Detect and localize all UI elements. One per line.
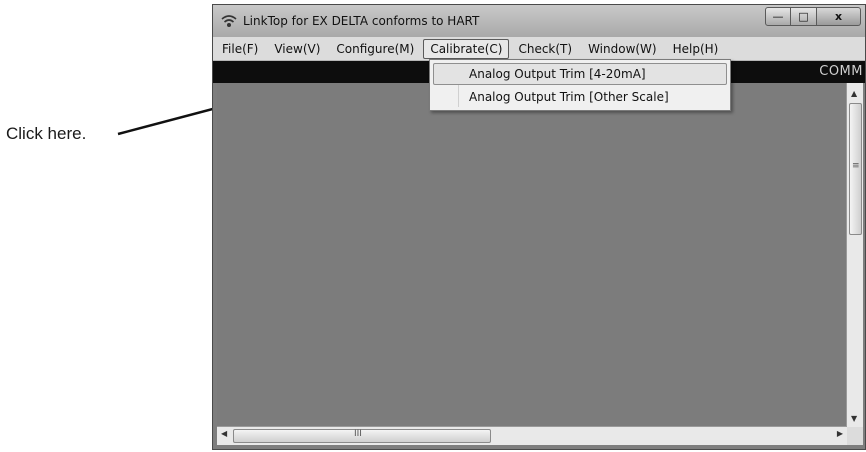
menu-calibrate[interactable]: Calibrate(C) [423, 38, 510, 59]
window-title: LinkTop for EX DELTA conforms to HART [243, 14, 480, 28]
menu-item-analog-trim-other-scale[interactable]: Analog Output Trim [Other Scale] [433, 86, 727, 108]
close-icon: x [834, 10, 843, 23]
menu-window[interactable]: Window(W) [581, 39, 664, 59]
scroll-down-icon[interactable]: ▼ [851, 414, 857, 423]
client-area [217, 83, 847, 427]
menu-bar: File(F) View(V) Configure(M) Calibrate(C… [213, 37, 865, 61]
horizontal-scroll-thumb[interactable]: III [233, 429, 491, 443]
scroll-left-icon[interactable]: ◀ [221, 429, 227, 438]
grip-icon: ≡ [852, 161, 860, 171]
menu-check[interactable]: Check(T) [511, 39, 579, 59]
scroll-right-icon[interactable]: ▶ [837, 429, 843, 438]
calibrate-dropdown: Analog Output Trim [4-20mA] Analog Outpu… [429, 59, 731, 111]
minimize-icon: — [772, 10, 784, 23]
maximize-button[interactable]: □ [791, 7, 817, 26]
menu-configure[interactable]: Configure(M) [329, 39, 421, 59]
menu-view[interactable]: View(V) [267, 39, 327, 59]
window-controls: — □ x [765, 7, 861, 27]
vertical-scroll-thumb[interactable]: ≡ [849, 103, 862, 235]
menu-item-analog-trim-4-20ma[interactable]: Analog Output Trim [4-20mA] [433, 63, 727, 85]
menu-help[interactable]: Help(H) [666, 39, 726, 59]
comm-status: COMM [819, 64, 863, 79]
minimize-button[interactable]: — [765, 7, 791, 26]
title-bar[interactable]: LinkTop for EX DELTA conforms to HART — … [213, 5, 865, 37]
resize-grip[interactable] [847, 427, 863, 445]
vertical-scrollbar[interactable]: ▲ ≡ ▼ [846, 83, 863, 427]
horizontal-scrollbar[interactable]: ◀ III ▶ [217, 426, 847, 445]
maximize-icon: □ [798, 10, 809, 23]
menu-file[interactable]: File(F) [215, 39, 265, 59]
close-button[interactable]: x [817, 7, 861, 26]
grip-icon: III [354, 429, 362, 439]
app-signal-icon [221, 15, 237, 27]
scroll-up-icon[interactable]: ▲ [851, 89, 857, 98]
